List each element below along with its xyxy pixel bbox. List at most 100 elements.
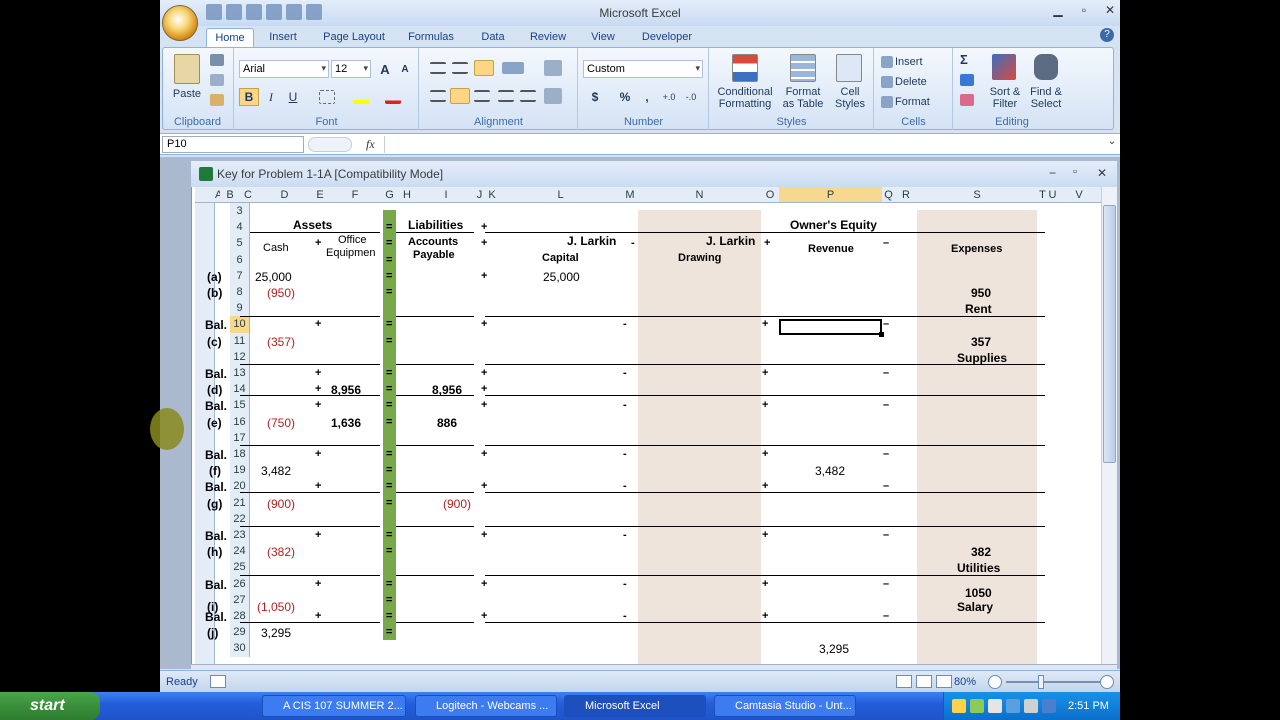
row-header-3[interactable]: 3 <box>230 203 250 220</box>
col-header-d[interactable]: D <box>256 187 313 203</box>
insert-function-button[interactable]: fx <box>366 137 375 152</box>
increase-indent-icon[interactable] <box>520 90 536 102</box>
row-header-26[interactable]: 26 <box>230 575 250 592</box>
row-header-9[interactable]: 9 <box>230 300 250 317</box>
font-name-select[interactable]: Arial <box>239 60 329 78</box>
align-bottom-icon[interactable] <box>474 60 494 76</box>
borders-icon[interactable] <box>319 90 335 104</box>
row-header-25[interactable]: 25 <box>230 559 250 576</box>
row-header-6[interactable]: 6 <box>230 251 250 268</box>
row-header-8[interactable]: 8 <box>230 284 250 301</box>
col-header-s[interactable]: S <box>917 187 1037 203</box>
row-header-18[interactable]: 18 <box>230 446 250 463</box>
format-painter-icon[interactable] <box>210 94 224 106</box>
selected-cell-p10[interactable] <box>779 319 882 335</box>
font-color-icon[interactable] <box>385 90 401 104</box>
cut-icon[interactable] <box>210 54 224 66</box>
col-header-f[interactable]: F <box>327 187 383 203</box>
wb-minimize-button[interactable]: − <box>1049 166 1056 180</box>
col-header-h[interactable]: H <box>396 187 418 203</box>
normal-view-icon[interactable] <box>896 675 912 688</box>
conditional-formatting-button[interactable]: Conditional Formatting <box>712 86 778 110</box>
zoom-slider-thumb[interactable] <box>1038 675 1044 689</box>
find-select-button[interactable]: Find & Select <box>1026 86 1066 110</box>
tab-view[interactable]: View <box>576 28 630 48</box>
bold-button[interactable]: B <box>239 88 259 106</box>
macro-record-icon[interactable] <box>210 675 226 688</box>
align-top-icon[interactable] <box>430 62 446 74</box>
underline-button[interactable]: U <box>283 88 303 106</box>
autosum-button[interactable]: Σ <box>960 53 968 66</box>
col-header-t[interactable]: T <box>1037 187 1048 203</box>
tray-icon-2[interactable] <box>970 699 984 713</box>
cell-styles-button[interactable]: Cell Styles <box>828 86 872 110</box>
office-button[interactable] <box>162 5 198 41</box>
volume-icon[interactable] <box>1024 699 1038 713</box>
row-header-19[interactable]: 19 <box>230 462 250 479</box>
col-header-q[interactable]: Q <box>882 187 895 203</box>
tab-data[interactable]: Data <box>466 28 520 48</box>
col-header-p[interactable]: P <box>779 187 882 203</box>
start-button[interactable]: start <box>0 692 100 720</box>
spreadsheet-grid[interactable]: A B C D E F G H I J K L M N O P Q R S T … <box>195 187 1101 664</box>
restore-button[interactable]: ▫ <box>1074 3 1094 17</box>
shrink-font-button[interactable]: A <box>395 60 415 78</box>
spelling-icon[interactable] <box>306 4 322 20</box>
tab-formulas[interactable]: Formulas <box>396 28 466 48</box>
tray-icon-1[interactable] <box>952 699 966 713</box>
align-center-icon[interactable] <box>450 88 470 104</box>
align-middle-icon[interactable] <box>452 62 468 74</box>
zoom-out-icon[interactable] <box>988 675 1002 689</box>
row-header-30[interactable]: 30 <box>230 640 250 657</box>
fill-handle[interactable] <box>879 332 884 337</box>
col-header-u[interactable]: U <box>1048 187 1057 203</box>
copy-icon[interactable] <box>210 74 224 86</box>
col-header-n[interactable]: N <box>638 187 761 203</box>
col-header-k[interactable]: K <box>485 187 499 203</box>
print-icon[interactable] <box>266 4 282 20</box>
align-right-icon[interactable] <box>474 90 490 102</box>
row-header-29[interactable]: 29 <box>230 624 250 641</box>
network-icon[interactable] <box>1042 699 1056 713</box>
row-header-21[interactable]: 21 <box>230 494 250 511</box>
redo-icon[interactable] <box>246 4 262 20</box>
merge-center-icon[interactable] <box>544 88 562 104</box>
row-header-24[interactable]: 24 <box>230 543 250 560</box>
undo-icon[interactable] <box>226 4 242 20</box>
percent-button[interactable]: % <box>615 88 635 106</box>
align-left-icon[interactable] <box>430 90 446 102</box>
formula-cancel-button[interactable] <box>308 137 352 152</box>
help-icon[interactable]: ? <box>1100 28 1114 42</box>
expand-formula-icon[interactable]: ⌄ <box>1106 136 1118 153</box>
row-header-17[interactable]: 17 <box>230 429 250 446</box>
col-header-m[interactable]: M <box>622 187 638 203</box>
col-header-g[interactable]: G <box>383 187 396 203</box>
row-header-11[interactable]: 11 <box>230 332 250 349</box>
col-header-o[interactable]: O <box>761 187 779 203</box>
wrap-text-icon[interactable] <box>544 60 562 76</box>
tray-icon-3[interactable] <box>988 699 1002 713</box>
tab-developer[interactable]: Developer <box>630 28 704 48</box>
wb-restore-button[interactable]: ▫ <box>1073 166 1077 178</box>
zoom-slider[interactable] <box>1006 681 1100 683</box>
col-header-l[interactable]: L <box>499 187 622 203</box>
page-break-view-icon[interactable] <box>936 675 952 688</box>
number-format-select[interactable]: Custom <box>583 60 703 78</box>
print-preview-icon[interactable] <box>286 4 302 20</box>
paste-button[interactable]: Paste <box>166 88 208 100</box>
clear-icon[interactable] <box>960 94 974 106</box>
row-header-10[interactable]: 10 <box>230 316 250 333</box>
currency-button[interactable]: $ <box>585 88 605 106</box>
taskbar-item-logitech[interactable]: Logitech - Webcams ... <box>415 695 557 717</box>
col-header-j[interactable]: J <box>474 187 485 203</box>
row-header-5[interactable]: 5 <box>230 235 250 252</box>
taskbar-item-camtasia[interactable]: Camtasia Studio - Unt... <box>714 695 856 717</box>
sort-filter-button[interactable]: Sort & Filter <box>984 86 1026 110</box>
row-header-16[interactable]: 16 <box>230 413 250 430</box>
tab-home[interactable]: Home <box>206 28 254 48</box>
col-header-c[interactable]: C <box>240 187 256 203</box>
zoom-in-icon[interactable] <box>1100 675 1114 689</box>
delete-cells-button[interactable]: Delete <box>895 76 927 88</box>
italic-button[interactable]: I <box>261 88 281 106</box>
close-button[interactable]: ✕ <box>1100 3 1120 17</box>
